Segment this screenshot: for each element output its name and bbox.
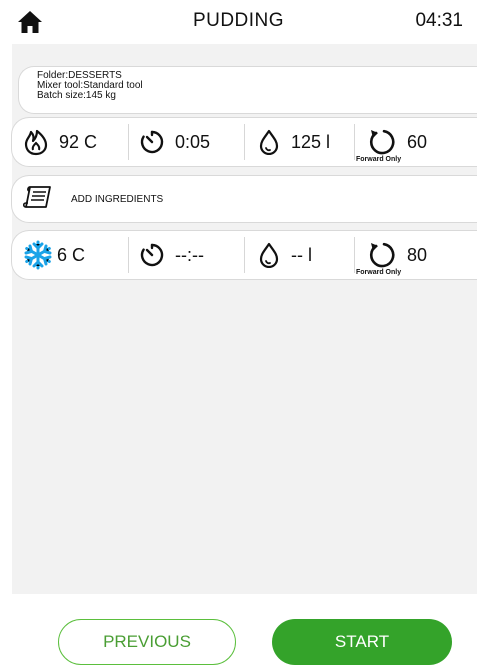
temperature-value: 92 C <box>59 131 98 152</box>
rotation-icon <box>369 242 395 268</box>
temperature-cell: 92 C <box>23 118 97 166</box>
recipe-scroll-icon <box>22 186 51 208</box>
step-add-ingredients[interactable]: ADD INGREDIENTS <box>11 175 477 223</box>
flame-icon <box>24 129 48 156</box>
step-heating-row[interactable]: 92 C 0:05 125 l 60 Forward Only <box>11 117 477 167</box>
time-cell: 0:05 <box>139 118 210 166</box>
temperature-cell: 6 C <box>23 231 85 279</box>
divider <box>354 124 355 160</box>
temperature-value: 6 C <box>57 244 86 265</box>
time-value: --:-- <box>175 244 204 265</box>
water-cell: 125 l <box>257 118 330 166</box>
divider <box>354 237 355 273</box>
batch-size-text: Batch size:145 kg <box>37 90 116 101</box>
direction-label: Forward Only <box>356 156 402 163</box>
water-cell: -- l <box>257 231 312 279</box>
step-cooling-row[interactable]: 6 C --:-- -- l 80 Forward Only <box>11 230 477 280</box>
water-drop-icon <box>259 242 279 268</box>
snowflake-icon <box>24 240 52 270</box>
page-title: PUDDING <box>192 10 285 31</box>
divider <box>244 237 245 273</box>
speed-value: 60 <box>407 131 428 152</box>
rotation-icon <box>369 129 395 155</box>
direction-label: Forward Only <box>356 269 402 276</box>
timer-icon <box>140 243 164 267</box>
water-value: -- l <box>291 244 312 265</box>
divider <box>128 237 129 273</box>
timer-icon <box>140 130 164 154</box>
time-value: 0:05 <box>175 131 211 152</box>
time-cell: --:-- <box>139 231 204 279</box>
step-label: ADD INGREDIENTS <box>71 194 164 205</box>
divider <box>244 124 245 160</box>
start-button[interactable]: START <box>272 619 452 665</box>
previous-button[interactable]: PREVIOUS <box>58 619 236 665</box>
water-drop-icon <box>259 129 279 155</box>
speed-value: 80 <box>407 244 428 265</box>
divider <box>128 124 129 160</box>
recipe-info-card[interactable]: Folder:DESSERTS Mixer tool:Standard tool… <box>18 66 477 114</box>
top-bar: PUDDING 04:31 <box>0 0 477 44</box>
water-value: 125 l <box>291 131 331 152</box>
clock: 04:31 <box>415 10 463 31</box>
